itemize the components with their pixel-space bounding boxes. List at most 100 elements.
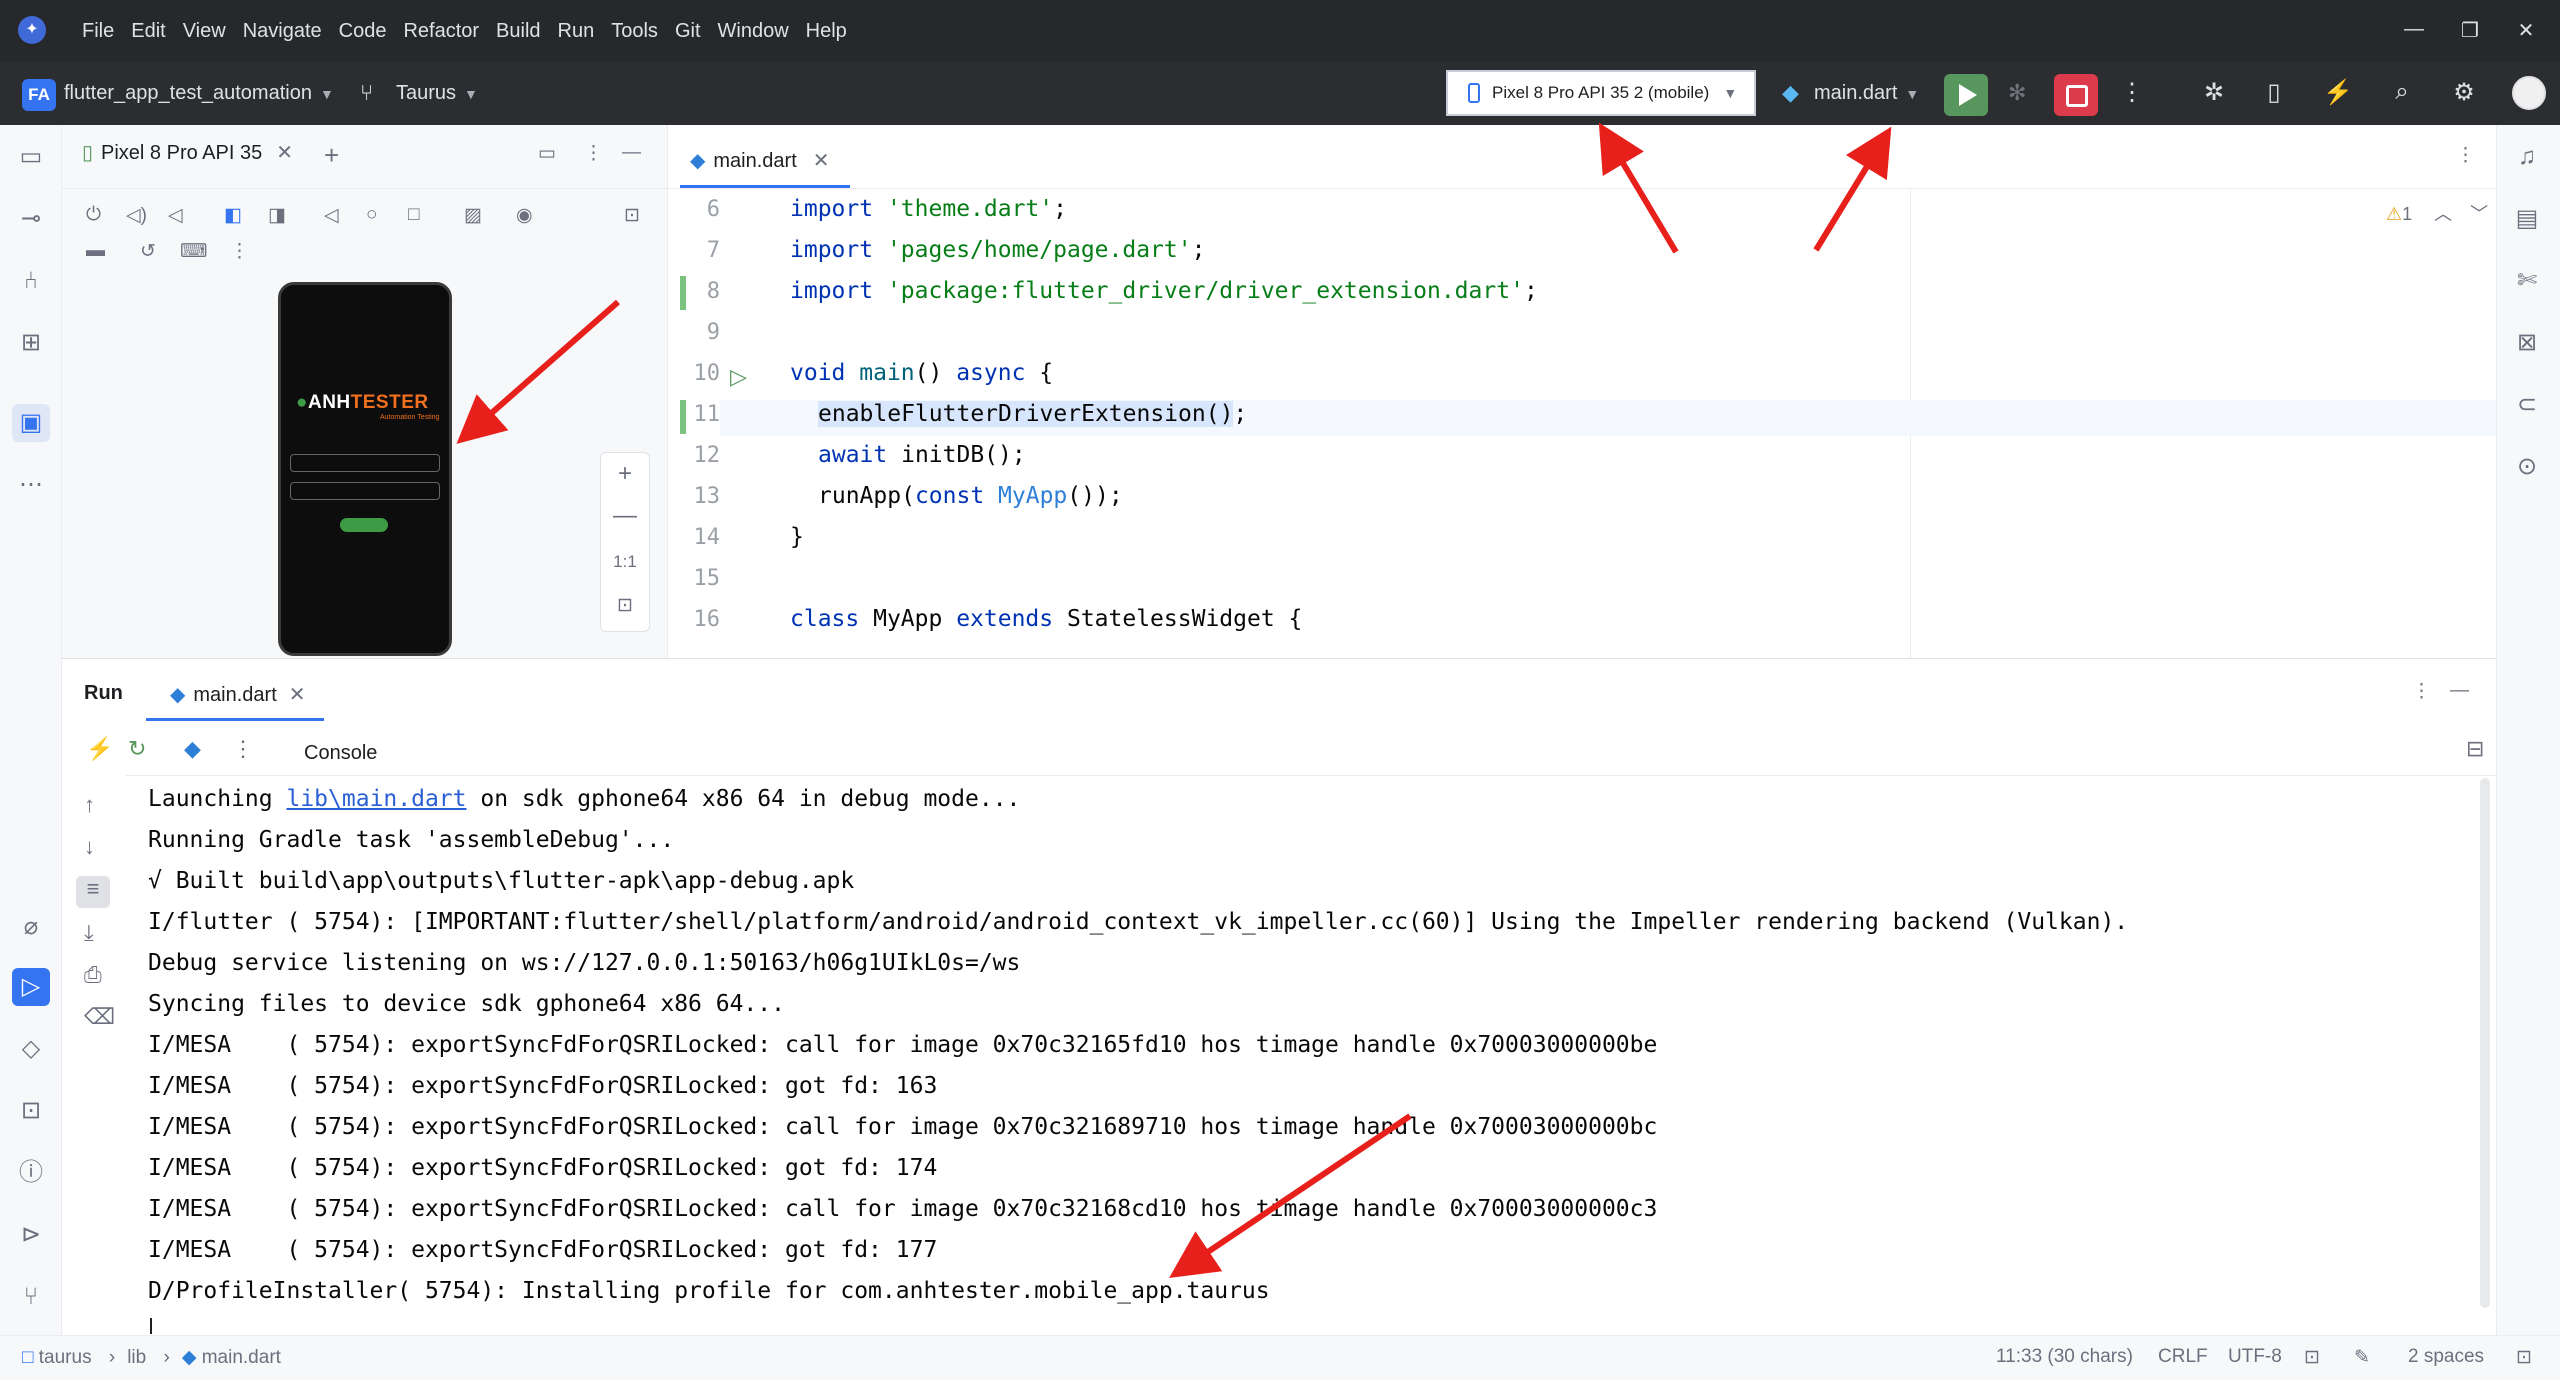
attach-debugger-icon[interactable]: ✲	[2196, 78, 2232, 107]
menu-run[interactable]: Run	[558, 20, 595, 43]
soft-wrap-icon[interactable]: ≡	[76, 876, 110, 908]
link-icon[interactable]: ⊂	[2508, 386, 2546, 424]
device-file-explorer-icon[interactable]: ▤	[2508, 200, 2546, 238]
running-devices-icon[interactable]: ▣	[12, 404, 50, 442]
debug-bug-icon[interactable]: ✻	[2008, 80, 2026, 106]
more-run-actions-icon[interactable]: ⋮	[232, 736, 254, 762]
pull-requests-icon[interactable]: ⑃	[12, 262, 50, 300]
chevron-up-icon[interactable]: ︿	[2434, 204, 2452, 224]
keyboard-icon[interactable]: ⌨	[180, 240, 207, 263]
run-gutter-icon[interactable]: ▷	[730, 364, 747, 390]
gem-icon[interactable]: ◇	[12, 1030, 50, 1068]
minimize-icon[interactable]: —	[2394, 18, 2434, 41]
power-icon[interactable]: ⏻	[86, 204, 101, 226]
stop-button[interactable]	[2054, 74, 2098, 116]
editor-tab-main-dart[interactable]: ◆ main.dart ✕	[690, 148, 830, 173]
close-tab-icon[interactable]: ✕	[289, 684, 306, 706]
scroll-up-icon[interactable]: ↑	[84, 792, 95, 818]
device-tab[interactable]: ▯ Pixel 8 Pro API 35 ✕	[82, 140, 293, 165]
more-actions-icon[interactable]: ⋮	[2114, 78, 2150, 107]
breadcrumb-taurus[interactable]: taurus	[39, 1347, 92, 1368]
flutter-inspector-icon[interactable]: ⌀	[12, 908, 50, 946]
device-manager-icon[interactable]: ▯	[2256, 78, 2292, 107]
run-tool-icon[interactable]: ▷	[12, 968, 50, 1006]
volume-down-icon[interactable]: ◁	[168, 204, 183, 227]
console-scrollbar[interactable]	[2480, 778, 2490, 1308]
breadcrumb-main-dart[interactable]: main.dart	[202, 1347, 281, 1368]
breadcrumb-lib[interactable]: lib	[127, 1347, 146, 1368]
menu-refactor[interactable]: Refactor	[403, 20, 479, 43]
print-icon[interactable]: ⎙	[84, 962, 102, 988]
menu-file[interactable]: File	[82, 20, 114, 43]
clear-all-trash-icon[interactable]: ⌫	[84, 1004, 115, 1030]
mirror-icon[interactable]: ⊡	[624, 204, 640, 227]
console-cursor[interactable]	[150, 1318, 152, 1334]
project-selector[interactable]: flutter_app_test_automation ▼	[64, 82, 334, 105]
menu-build[interactable]: Build	[496, 20, 540, 43]
close-tab-icon[interactable]: ✕	[276, 142, 293, 164]
hot-reload-icon[interactable]: ⚡	[86, 736, 113, 762]
phone-password-field[interactable]	[290, 482, 440, 500]
problems-icon[interactable]: ⓘ	[12, 1154, 50, 1192]
open-devtools-icon[interactable]: ◆	[184, 736, 201, 762]
caret-position[interactable]: 11:33 (30 chars)	[1996, 1346, 2133, 1368]
run-more-icon[interactable]: ⋮	[2412, 680, 2431, 703]
back-icon[interactable]: ◁	[324, 204, 339, 227]
menu-view[interactable]: View	[183, 20, 226, 43]
zoom-actual-size[interactable]: 1:1	[600, 552, 650, 572]
menu-tools[interactable]: Tools	[611, 20, 658, 43]
screen-capture-icon[interactable]: ⊙	[2508, 448, 2546, 486]
settings-gear-icon[interactable]: ⚙	[2446, 78, 2482, 107]
menu-git[interactable]: Git	[675, 20, 701, 43]
gradle-icon[interactable]: ✄	[2508, 262, 2546, 300]
project-badge[interactable]: FA	[22, 79, 56, 111]
console-tab[interactable]: Console	[304, 742, 377, 765]
layout-settings-icon[interactable]: ⊟	[2466, 736, 2484, 762]
video-record-icon[interactable]: ▬	[86, 240, 105, 262]
readonly-icon[interactable]: ⊡	[2304, 1346, 2320, 1369]
layout-inspector-icon[interactable]: ⊠	[2508, 324, 2546, 362]
branch-selector[interactable]: Taurus ▼	[396, 82, 478, 105]
camera-icon[interactable]: ◉	[516, 204, 533, 227]
home-icon[interactable]: ○	[366, 204, 377, 226]
phone-login-button[interactable]	[340, 518, 388, 532]
indent-setting[interactable]: 2 spaces	[2408, 1346, 2484, 1368]
hide-panel-icon[interactable]: —	[622, 142, 641, 164]
scroll-to-end-icon[interactable]: ⤓	[84, 920, 94, 946]
notifications-bell-icon[interactable]: ♫	[2508, 138, 2546, 176]
zoom-out-icon[interactable]: —	[600, 502, 650, 530]
run-config-selector[interactable]: main.dart ▼	[1814, 82, 1919, 105]
run-tab-main-dart[interactable]: ◆ main.dart ✕	[170, 682, 306, 707]
chevron-down-icon[interactable]: ﹀	[2470, 204, 2488, 224]
menu-help[interactable]: Help	[806, 20, 847, 43]
device-selector[interactable]: Pixel 8 Pro API 35 2 (mobile) ▼	[1446, 70, 1756, 116]
line-separator[interactable]: CRLF	[2158, 1346, 2208, 1368]
layout-icon[interactable]: ▭	[538, 142, 556, 165]
menu-navigate[interactable]: Navigate	[243, 20, 322, 43]
zoom-in-icon[interactable]: +	[600, 460, 650, 488]
hide-run-panel-icon[interactable]: —	[2450, 680, 2469, 702]
screen-record-icon[interactable]: ▨	[464, 204, 482, 227]
add-device-icon[interactable]: +	[324, 140, 339, 171]
more-tools-icon[interactable]: ⋯	[12, 466, 50, 504]
user-avatar[interactable]	[2512, 76, 2546, 110]
close-tab-icon[interactable]: ✕	[813, 150, 830, 172]
hot-reload-lightning-icon[interactable]: ⚡	[2320, 78, 2356, 107]
phone-email-field[interactable]	[290, 454, 440, 472]
more-device-actions-icon[interactable]: ⋮	[230, 240, 249, 263]
more-options-icon[interactable]: ⋮	[584, 142, 603, 165]
fit-screen-icon[interactable]: ⊡	[600, 594, 650, 617]
structure-icon[interactable]: ⊞	[12, 324, 50, 362]
snapshot-icon[interactable]: ↺	[140, 240, 156, 263]
search-icon[interactable]: ⌕	[2384, 78, 2420, 106]
app-quality-icon[interactable]: ⊡	[12, 1092, 50, 1130]
close-window-icon[interactable]: ✕	[2506, 18, 2546, 43]
lock-icon[interactable]: ⊡	[2516, 1346, 2532, 1369]
file-link[interactable]: lib\main.dart	[286, 786, 466, 812]
commit-icon[interactable]: ⊸	[12, 200, 50, 238]
menu-code[interactable]: Code	[339, 20, 387, 43]
terminal-icon[interactable]: ⊳	[12, 1216, 50, 1254]
scroll-down-icon[interactable]: ↓	[84, 834, 95, 860]
code-style-icon[interactable]: ✎	[2354, 1346, 2370, 1369]
menu-edit[interactable]: Edit	[131, 20, 165, 43]
